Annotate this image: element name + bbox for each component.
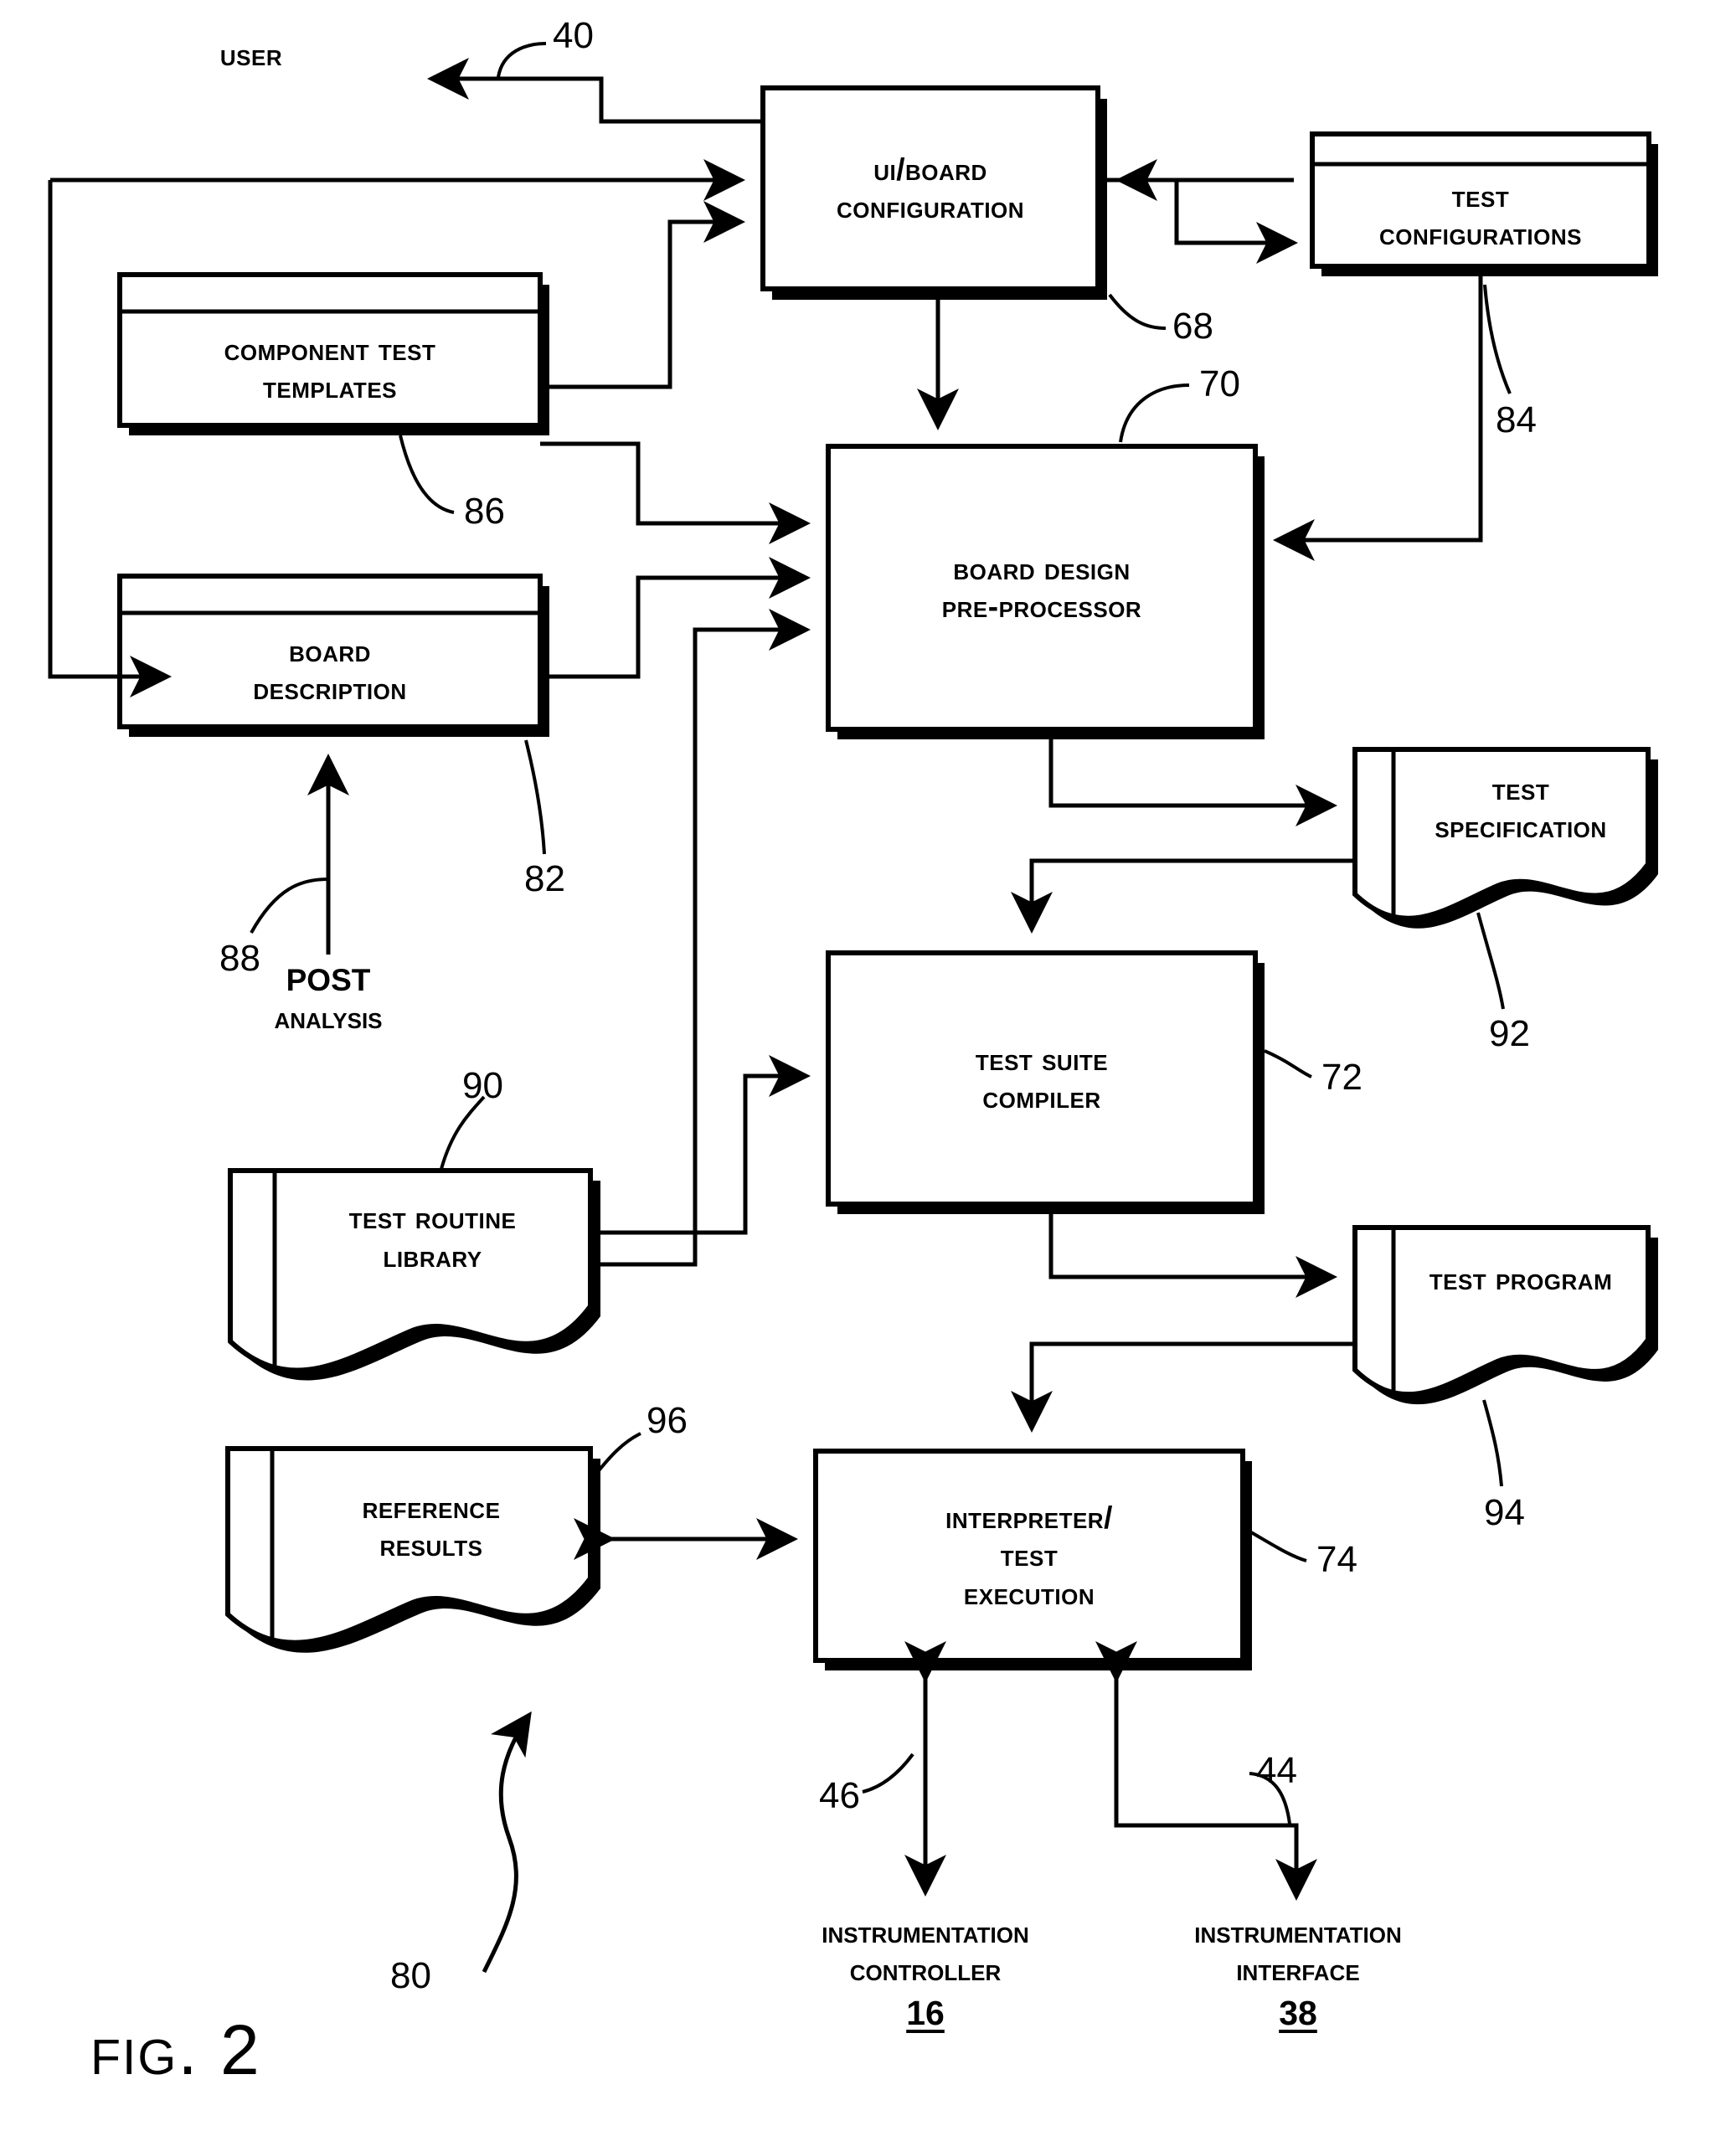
diagram-connectors (48, 42, 1658, 1974)
figure-caption: Fig. 2 (90, 2010, 261, 2089)
instrumentation-interface-line1: Instrumentation (1194, 1915, 1402, 1949)
instrumentation-interface-number: 38 (1279, 1994, 1317, 2033)
node-label-instrumentation-controller: Instrumentation Controller 16 (775, 1913, 1076, 2034)
node-label-instrumentation-interface: Instrumentation Interface 38 (1147, 1913, 1449, 2034)
instrumentation-controller-number: 16 (906, 1994, 945, 2033)
node-label-post-analysis: POST Analysis (194, 961, 462, 1037)
post-analysis-line1: POST (286, 963, 371, 997)
instrumentation-controller-line2: Controller (849, 1953, 1002, 1988)
instrumentation-interface-line2: Interface (1236, 1953, 1360, 1988)
post-analysis-line2: Analysis (274, 1001, 383, 1036)
instrumentation-controller-line1: Instrumentation (822, 1915, 1029, 1949)
patent-figure-canvas: User UI/Board Configuration Test Configu… (0, 0, 1736, 2131)
